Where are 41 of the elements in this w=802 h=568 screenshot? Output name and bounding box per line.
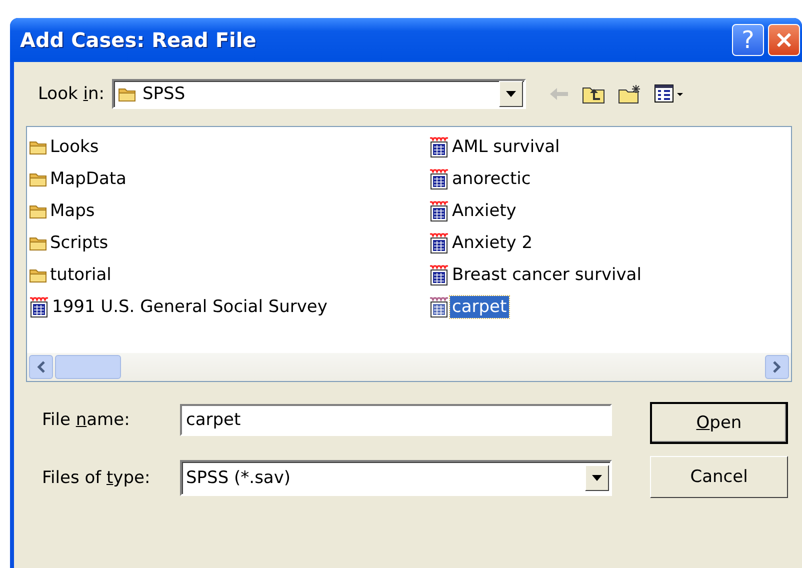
folder-icon <box>118 86 136 102</box>
file-item[interactable]: Breast cancer survival <box>450 264 644 286</box>
window-title: Add Cases: Read File <box>20 28 256 52</box>
file-item[interactable]: anorectic <box>450 168 533 190</box>
file-type-label: Files of type: <box>42 468 152 488</box>
file-item[interactable]: Anxiety 2 <box>450 232 535 254</box>
file-item[interactable]: MapData <box>48 168 128 190</box>
file-item[interactable]: 1991 U.S. General Social Survey <box>50 296 330 318</box>
file-name-field[interactable]: carpet <box>180 404 612 436</box>
data-file-icon <box>29 296 49 318</box>
folder-icon <box>29 171 47 187</box>
file-item[interactable]: Looks <box>48 136 101 158</box>
file-item[interactable]: AML survival <box>450 136 562 158</box>
file-item[interactable]: tutorial <box>48 264 114 286</box>
open-button[interactable]: Open <box>650 402 788 444</box>
scroll-left-icon[interactable] <box>29 355 53 379</box>
folder-icon <box>29 139 47 155</box>
view-menu-icon[interactable] <box>654 84 684 104</box>
file-name-label: File name: <box>42 410 131 430</box>
file-item[interactable]: Anxiety <box>450 200 518 222</box>
look-in-dropdown[interactable]: SPSS <box>112 79 526 109</box>
close-icon[interactable] <box>774 30 794 50</box>
data-file-icon <box>429 296 449 318</box>
scroll-right-icon[interactable] <box>765 355 789 379</box>
data-file-icon <box>429 168 449 190</box>
data-file-icon <box>429 136 449 158</box>
scroll-thumb[interactable] <box>55 355 121 379</box>
data-file-icon <box>429 200 449 222</box>
cancel-button[interactable]: Cancel <box>650 456 788 498</box>
new-folder-icon[interactable] <box>618 84 642 104</box>
file-type-dropdown[interactable]: SPSS (*.sav) <box>180 460 612 496</box>
data-file-icon <box>429 264 449 286</box>
file-item[interactable]: Scripts <box>48 232 110 254</box>
folder-icon <box>29 267 47 283</box>
folder-icon <box>29 235 47 251</box>
file-item[interactable]: Maps <box>48 200 97 222</box>
folder-icon <box>29 203 47 219</box>
close-button[interactable] <box>768 24 800 56</box>
look-in-label: Look in: <box>38 84 104 104</box>
data-file-icon <box>429 232 449 254</box>
file-item[interactable]: carpet <box>450 296 509 318</box>
